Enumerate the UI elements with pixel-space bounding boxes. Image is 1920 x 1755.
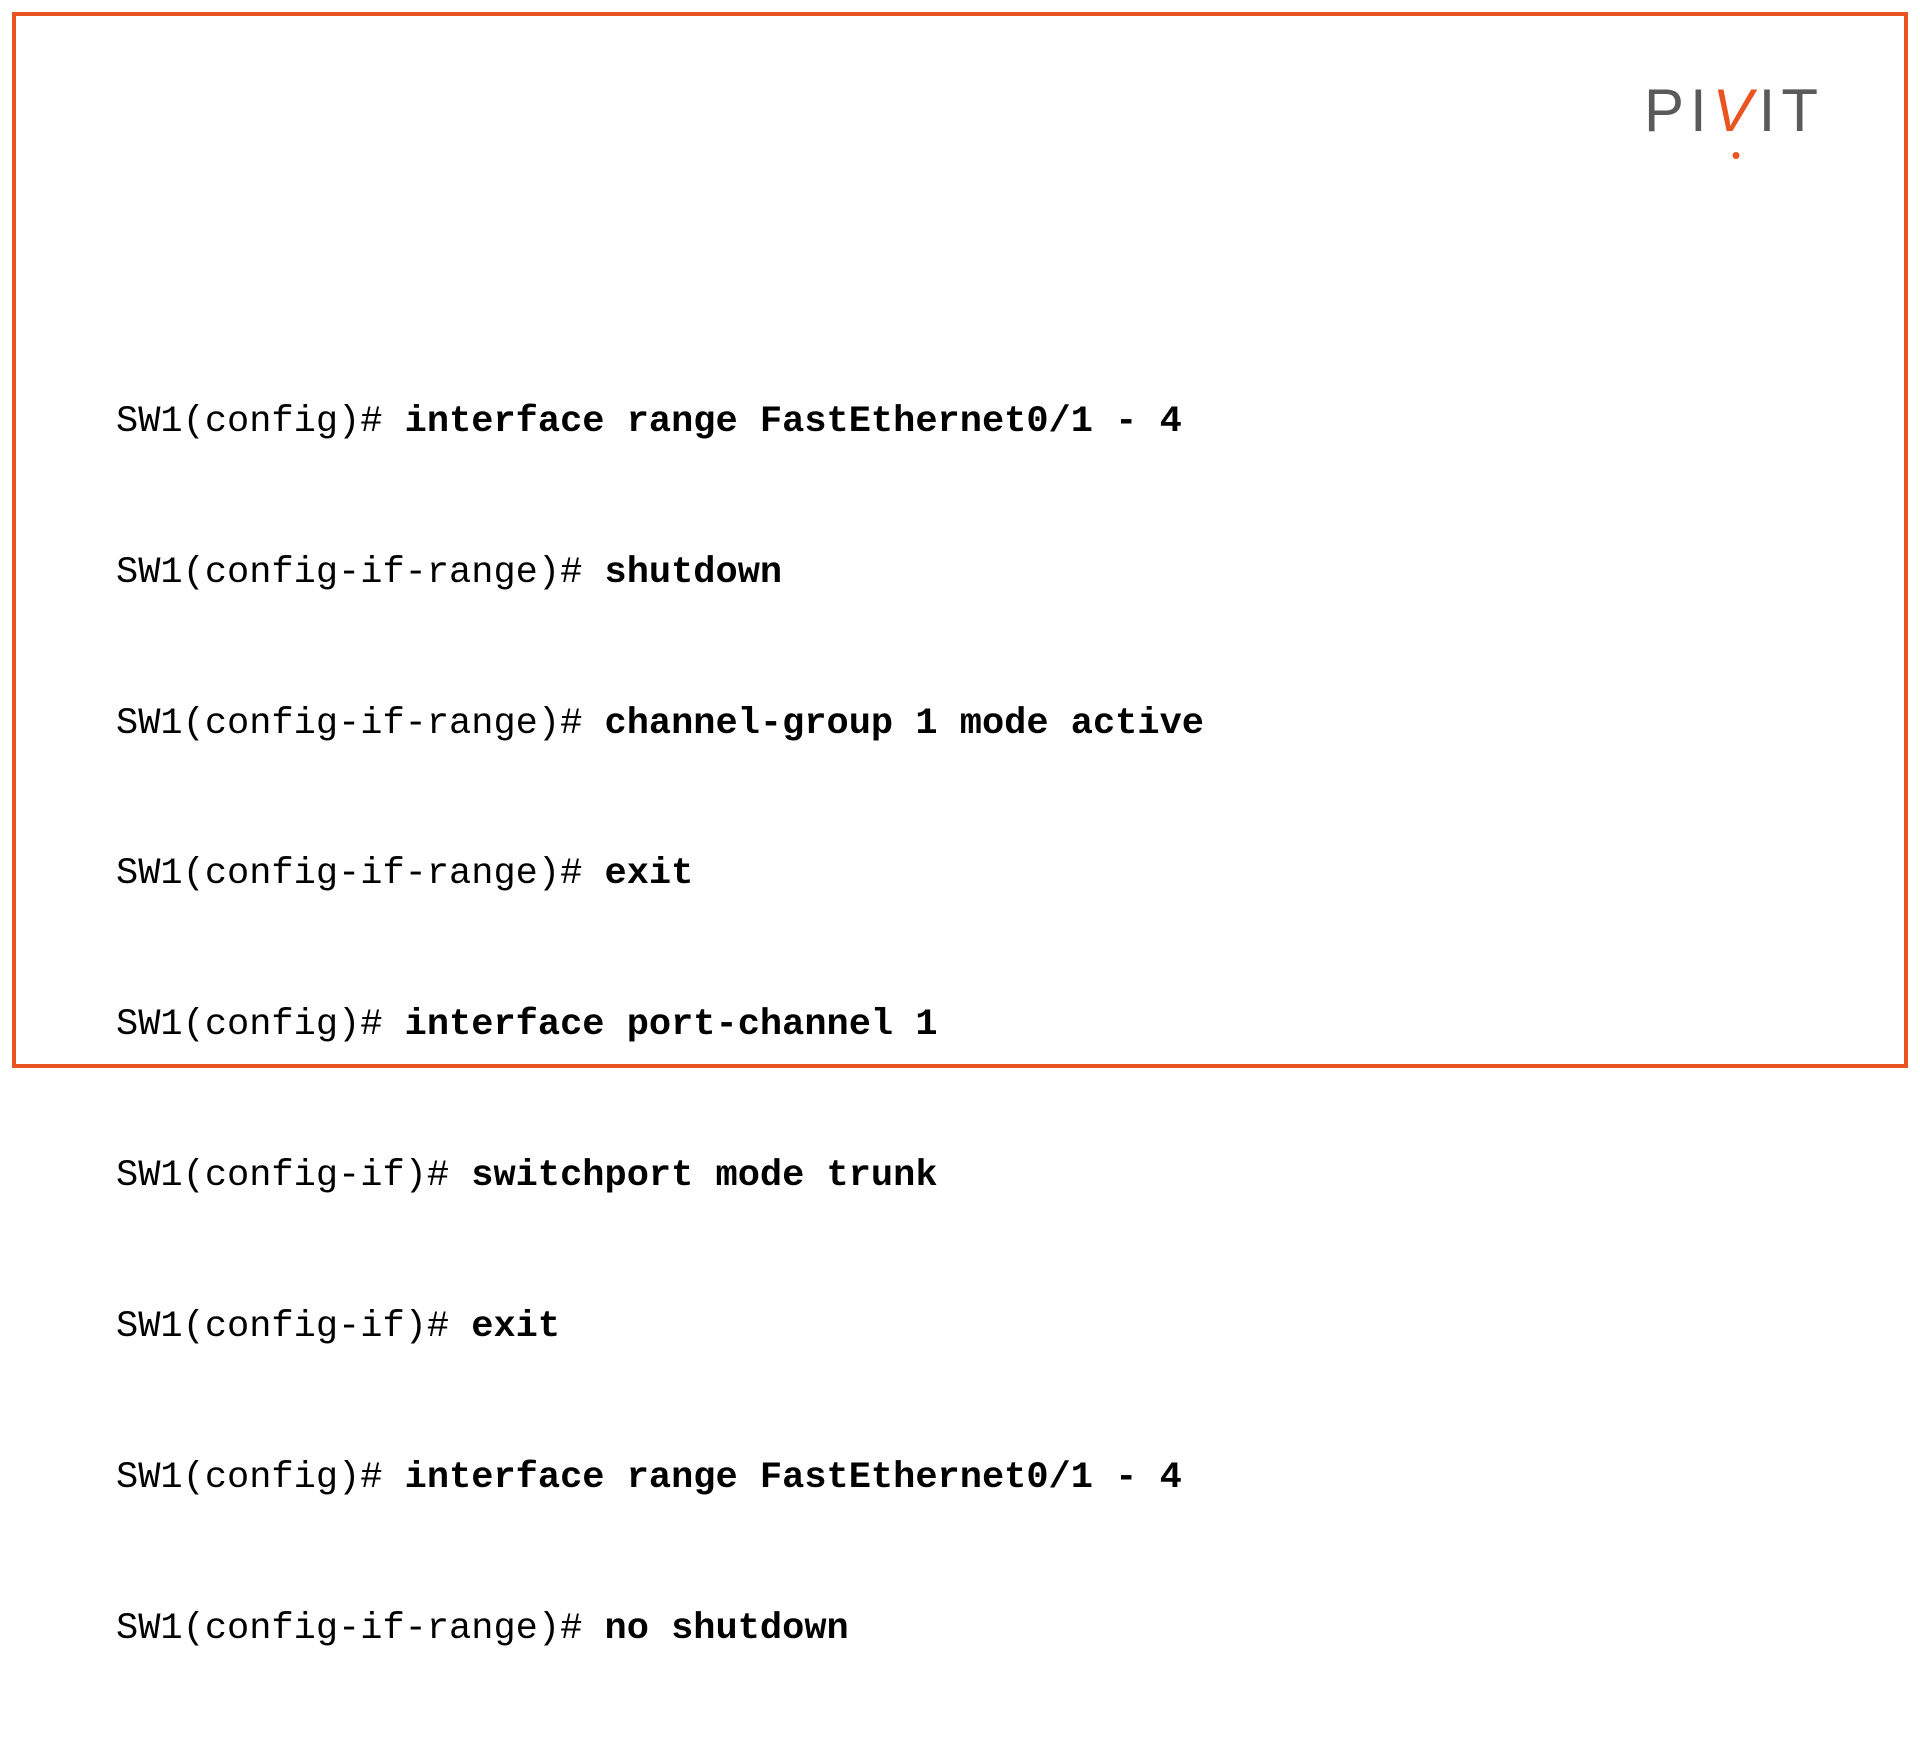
cli-command: exit — [604, 853, 693, 895]
cli-command: shutdown — [604, 552, 782, 594]
terminal-block: SW1(config)# interface range FastEtherne… — [116, 296, 1204, 1755]
pivit-logo: PIVIT — [1644, 76, 1824, 145]
cli-prompt: SW1(config-if-range)# — [116, 853, 604, 895]
cli-prompt: SW1(config-if)# — [116, 1155, 471, 1197]
cli-command: exit — [471, 1306, 560, 1348]
logo-text-v: V — [1713, 76, 1759, 145]
terminal-line: SW1(config-if-range)# channel-group 1 mo… — [116, 699, 1204, 749]
cli-prompt: SW1(config-if-range)# — [116, 703, 604, 745]
cli-prompt: SW1(config)# — [116, 1457, 405, 1499]
logo-text-it: IT — [1759, 77, 1824, 144]
terminal-line: SW1(config)# interface port-channel 1 — [116, 1000, 1204, 1050]
terminal-line: SW1(config-if)# exit — [116, 1302, 1204, 1352]
terminal-line: SW1(config-if-range)# shutdown — [116, 548, 1204, 598]
cli-prompt: SW1(config)# — [116, 401, 405, 443]
cli-command: no shutdown — [604, 1608, 848, 1650]
terminal-line: SW1(config)# interface range FastEtherne… — [116, 1453, 1204, 1503]
cli-command: interface range FastEthernet0/1 - 4 — [405, 1457, 1182, 1499]
slide-frame: PIVIT SW1(config)# interface range FastE… — [12, 12, 1908, 1068]
cli-prompt: SW1(config-if-range)# — [116, 552, 604, 594]
cli-command: channel-group 1 mode active — [604, 703, 1204, 745]
terminal-line: SW1(config-if-range)# no shutdown — [116, 1604, 1204, 1654]
terminal-line: SW1(config-if)# switchport mode trunk — [116, 1151, 1204, 1201]
cli-command: interface range FastEthernet0/1 - 4 — [405, 401, 1182, 443]
cli-prompt: SW1(config)# — [116, 1004, 405, 1046]
cli-prompt: SW1(config-if)# — [116, 1306, 471, 1348]
terminal-line: SW1(config-if-range)# exit — [116, 849, 1204, 899]
cli-command: switchport mode trunk — [471, 1155, 937, 1197]
cli-command: interface port-channel 1 — [405, 1004, 938, 1046]
terminal-line: SW1(config)# interface range FastEtherne… — [116, 397, 1204, 447]
cli-prompt: SW1(config-if-range)# — [116, 1608, 604, 1650]
logo-text-pi: PI — [1644, 77, 1713, 144]
